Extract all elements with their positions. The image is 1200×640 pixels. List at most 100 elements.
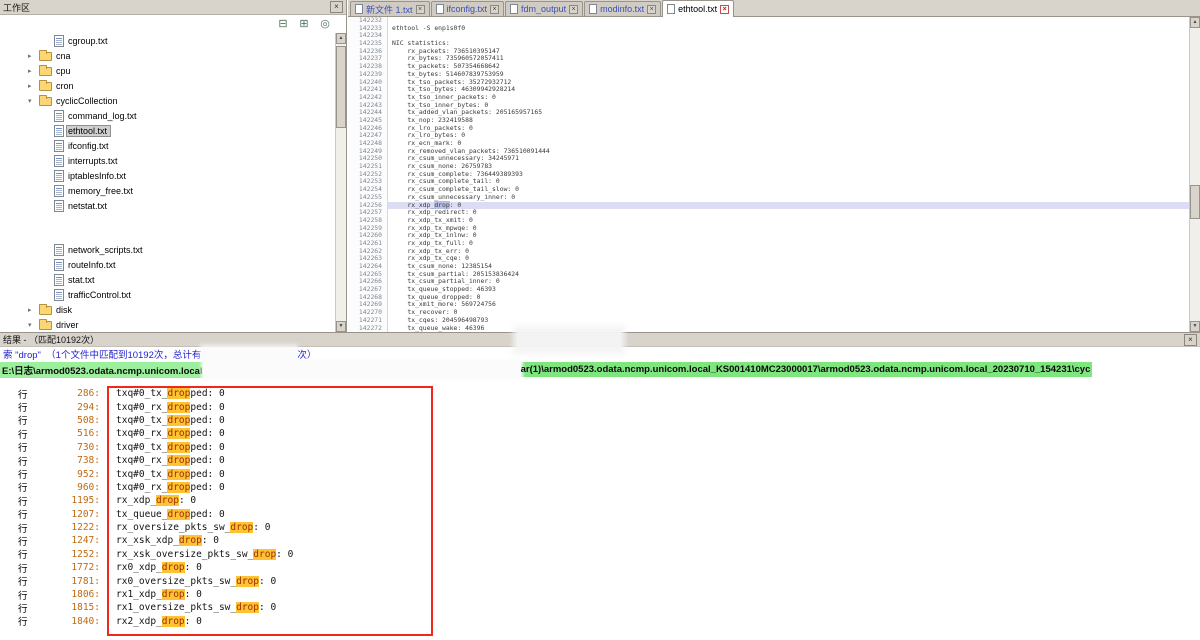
- match-row[interactable]: 行1840:rx2_xdp_drop: 0: [0, 615, 1200, 628]
- code-line: 142272 tx_queue_wake: 46396: [348, 325, 1189, 333]
- tree-scrollbar-thumb[interactable]: [336, 46, 346, 128]
- editor-code-area[interactable]: 142232142233ethtool -S enp1s0f0142234142…: [348, 17, 1189, 332]
- tree-item-label: network_scripts.txt: [67, 245, 146, 255]
- tree-item-trafficcontrol-txt[interactable]: trafficControl.txt: [0, 287, 335, 302]
- tree-item-memory-free-txt[interactable]: memory_free.txt: [0, 183, 335, 198]
- chevron-down-icon[interactable]: ▾: [28, 321, 39, 329]
- tree-item-netstat-txt[interactable]: netstat.txt: [0, 198, 335, 213]
- editor-tab-ifconfig-txt[interactable]: ifconfig.txt×: [431, 1, 505, 16]
- tree-spacer: [0, 213, 335, 242]
- editor-tab-modinfo-txt[interactable]: modinfo.txt×: [584, 1, 661, 16]
- tree-item-cgroup-txt[interactable]: cgroup.txt: [0, 33, 335, 48]
- row-content: txq#0_tx_dropped: 0: [116, 442, 225, 453]
- row-line-number: 1840:: [32, 616, 100, 627]
- file-icon: [54, 244, 64, 256]
- match-highlight: drop: [167, 402, 190, 413]
- tree-item-label: cron: [55, 81, 77, 91]
- tree-item-driver[interactable]: ▾driver: [0, 317, 335, 332]
- editor-tab-fdm-output[interactable]: fdm_output×: [505, 1, 583, 16]
- chevron-right-icon[interactable]: ▸: [28, 306, 39, 314]
- close-results-button[interactable]: ×: [1184, 334, 1197, 346]
- match-row[interactable]: 行294:txq#0_rx_dropped: 0: [0, 400, 1200, 413]
- tree-item-label: netstat.txt: [67, 201, 110, 211]
- close-tab-icon[interactable]: ×: [416, 5, 425, 14]
- editor-tab-1-txt[interactable]: 新文件 1.txt×: [350, 1, 430, 16]
- summary-prefix: 索 "drop" （1个文件中匹配到10192次，总计有: [3, 347, 201, 361]
- scroll-up-icon[interactable]: ▲: [336, 33, 346, 44]
- match-row[interactable]: 行1222:rx_oversize_pkts_sw_drop: 0: [0, 521, 1200, 534]
- workspace-title: 工作区: [3, 1, 30, 14]
- code-line: 142245 tx_nop: 232419588: [348, 117, 1189, 125]
- close-tab-icon[interactable]: ×: [720, 5, 729, 14]
- line-text: tx_queue_wake: 46396: [388, 325, 484, 333]
- chevron-right-icon[interactable]: ▸: [28, 67, 39, 75]
- code-line: 142244 tx_added_vlan_packets: 2051659571…: [348, 109, 1189, 117]
- sync-with-editor-icon[interactable]: ◎: [318, 19, 332, 30]
- tree-item-routeinfo-txt[interactable]: routeInfo.txt: [0, 257, 335, 272]
- results-file-path-row[interactable]: E:\日志\armod0523.odata.ncmp.unicom.locala…: [0, 361, 1200, 378]
- match-row[interactable]: 行1772:rx0_xdp_drop: 0: [0, 561, 1200, 574]
- row-line-label: 行: [0, 440, 32, 454]
- match-highlight: drop: [162, 616, 185, 627]
- match-row[interactable]: 行960:txq#0_rx_dropped: 0: [0, 481, 1200, 494]
- row-content: rx2_xdp_drop: 0: [116, 616, 202, 627]
- match-highlight: drop: [179, 535, 202, 546]
- match-row[interactable]: 行1252:rx_xsk_oversize_pkts_sw_drop: 0: [0, 548, 1200, 561]
- tree-item-cpu[interactable]: ▸cpu: [0, 63, 335, 78]
- folder-icon: [39, 97, 52, 106]
- tree-item-ifconfig-txt[interactable]: ifconfig.txt: [0, 138, 335, 153]
- tab-label: ethtool.txt: [678, 4, 717, 14]
- match-row[interactable]: 行516:txq#0_rx_dropped: 0: [0, 427, 1200, 440]
- match-row[interactable]: 行1247:rx_xsk_xdp_drop: 0: [0, 534, 1200, 547]
- row-line-number: 960:: [32, 482, 100, 493]
- chevron-right-icon[interactable]: ▸: [28, 52, 39, 60]
- editor-scrollbar[interactable]: ▲ ▼: [1189, 17, 1200, 332]
- chevron-right-icon[interactable]: ▸: [28, 82, 39, 90]
- tree-item-network-scripts-txt[interactable]: network_scripts.txt: [0, 242, 335, 257]
- tree-item-label: ifconfig.txt: [67, 141, 112, 151]
- close-tab-icon[interactable]: ×: [490, 5, 499, 14]
- tree-item-cron[interactable]: ▸ cron: [0, 78, 335, 93]
- tree-scrollbar[interactable]: ▲ ▼: [335, 33, 346, 332]
- row-line-label: 行: [0, 547, 32, 561]
- match-row[interactable]: 行1815:rx1_oversize_pkts_sw_drop: 0: [0, 601, 1200, 614]
- close-tab-icon[interactable]: ×: [647, 5, 656, 14]
- match-row[interactable]: 行1781:rx0_oversize_pkts_sw_drop: 0: [0, 574, 1200, 587]
- match-row[interactable]: 行1207:tx_queue_dropped: 0: [0, 508, 1200, 521]
- close-workspace-button[interactable]: ×: [330, 1, 343, 13]
- tree-item-ethtool-txt[interactable]: ethtool.txt: [0, 123, 335, 138]
- tree-item-command-log-txt[interactable]: command_log.txt: [0, 108, 335, 123]
- tree-item-cycliccollection[interactable]: ▾cyclicCollection: [0, 93, 335, 108]
- scroll-up-icon[interactable]: ▲: [1190, 17, 1200, 28]
- collapse-all-icon[interactable]: ⊟: [276, 19, 290, 30]
- match-row[interactable]: 行730:txq#0_tx_dropped: 0: [0, 441, 1200, 454]
- match-row[interactable]: 行286:txq#0_tx_dropped: 0: [0, 387, 1200, 400]
- scroll-down-icon[interactable]: ▼: [1190, 321, 1200, 332]
- match-row[interactable]: 行508:txq#0_tx_dropped: 0: [0, 414, 1200, 427]
- tree-item-stat-txt[interactable]: stat.txt: [0, 272, 335, 287]
- tree-item-cna[interactable]: ▸cna: [0, 48, 335, 63]
- tab-label: fdm_output: [521, 4, 566, 14]
- tree-item-interrupts-txt[interactable]: interrupts.txt: [0, 153, 335, 168]
- expand-all-icon[interactable]: ⊞: [297, 19, 311, 30]
- scroll-down-icon[interactable]: ▼: [336, 321, 346, 332]
- tree-item-iptablesinfo-txt[interactable]: iptablesInfo.txt: [0, 168, 335, 183]
- match-row[interactable]: 行1195:rx_xdp_drop: 0: [0, 494, 1200, 507]
- tree-item-label: routeInfo.txt: [67, 260, 119, 270]
- file-icon: [54, 185, 64, 197]
- match-row[interactable]: 行1806:rx1_xdp_drop: 0: [0, 588, 1200, 601]
- folder-icon: [39, 82, 52, 91]
- document-icon: [589, 4, 597, 14]
- row-line-label: 行: [0, 494, 32, 508]
- editor-tab-ethtool-txt[interactable]: ethtool.txt×: [662, 0, 734, 17]
- tree-item-disk[interactable]: ▸disk: [0, 302, 335, 317]
- chevron-down-icon[interactable]: ▾: [28, 97, 39, 105]
- match-row[interactable]: 行738:txq#0_rx_dropped: 0: [0, 454, 1200, 467]
- editor-scrollbar-thumb[interactable]: [1190, 185, 1200, 219]
- row-line-label: 行: [0, 387, 32, 401]
- row-line-number: 1222:: [32, 522, 100, 533]
- match-row[interactable]: 行952:txq#0_tx_dropped: 0: [0, 467, 1200, 480]
- code-line: 142257 rx_xdp_redirect: 0: [348, 209, 1189, 217]
- close-tab-icon[interactable]: ×: [569, 5, 578, 14]
- file-icon: [54, 289, 64, 301]
